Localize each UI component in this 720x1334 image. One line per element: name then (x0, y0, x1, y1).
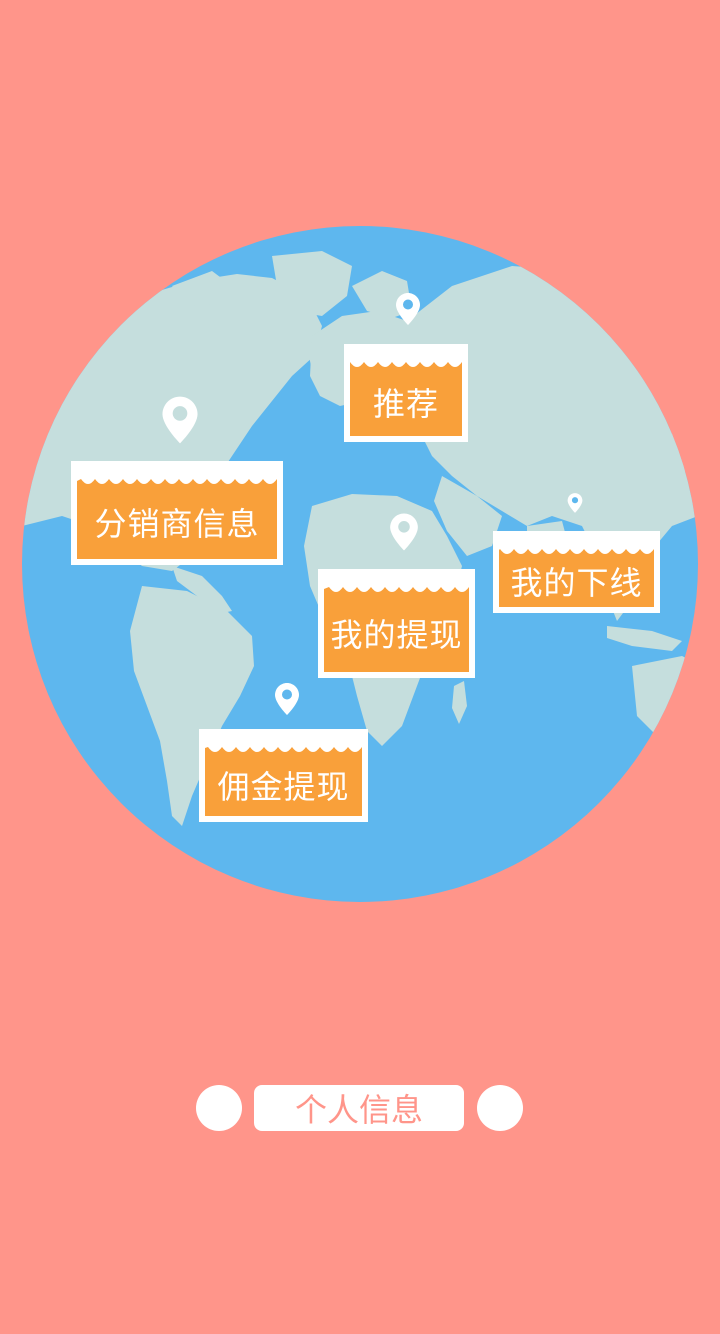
location-pin-icon (390, 513, 418, 551)
distributor-info-button[interactable]: 分销商信息 (71, 461, 283, 565)
personal-info-label: 个人信息 (294, 1091, 423, 1129)
commission-withdraw-label: 佣金提现 (217, 767, 350, 806)
location-pin-icon (162, 396, 198, 444)
recommend-button[interactable]: 推荐 (344, 344, 468, 442)
recommend-label: 推荐 (372, 385, 439, 423)
my-downline-label: 我的下线 (510, 564, 643, 602)
my-withdraw-label: 我的提现 (330, 615, 463, 654)
commission-withdraw-button[interactable]: 佣金提现 (199, 729, 368, 822)
personal-info-button[interactable]: 个人信息 (254, 1085, 464, 1131)
nav-dot-left[interactable] (196, 1085, 242, 1131)
my-withdraw-button[interactable]: 我的提现 (318, 569, 475, 678)
my-downline-button[interactable]: 我的下线 (493, 531, 660, 613)
bottom-nav: 个人信息 (0, 1084, 720, 1132)
nav-dot-right[interactable] (477, 1085, 523, 1131)
location-pin-icon (567, 493, 583, 513)
location-pin-icon (275, 683, 299, 715)
location-pin-icon (396, 293, 420, 325)
distributor-info-label: 分销商信息 (94, 505, 260, 543)
